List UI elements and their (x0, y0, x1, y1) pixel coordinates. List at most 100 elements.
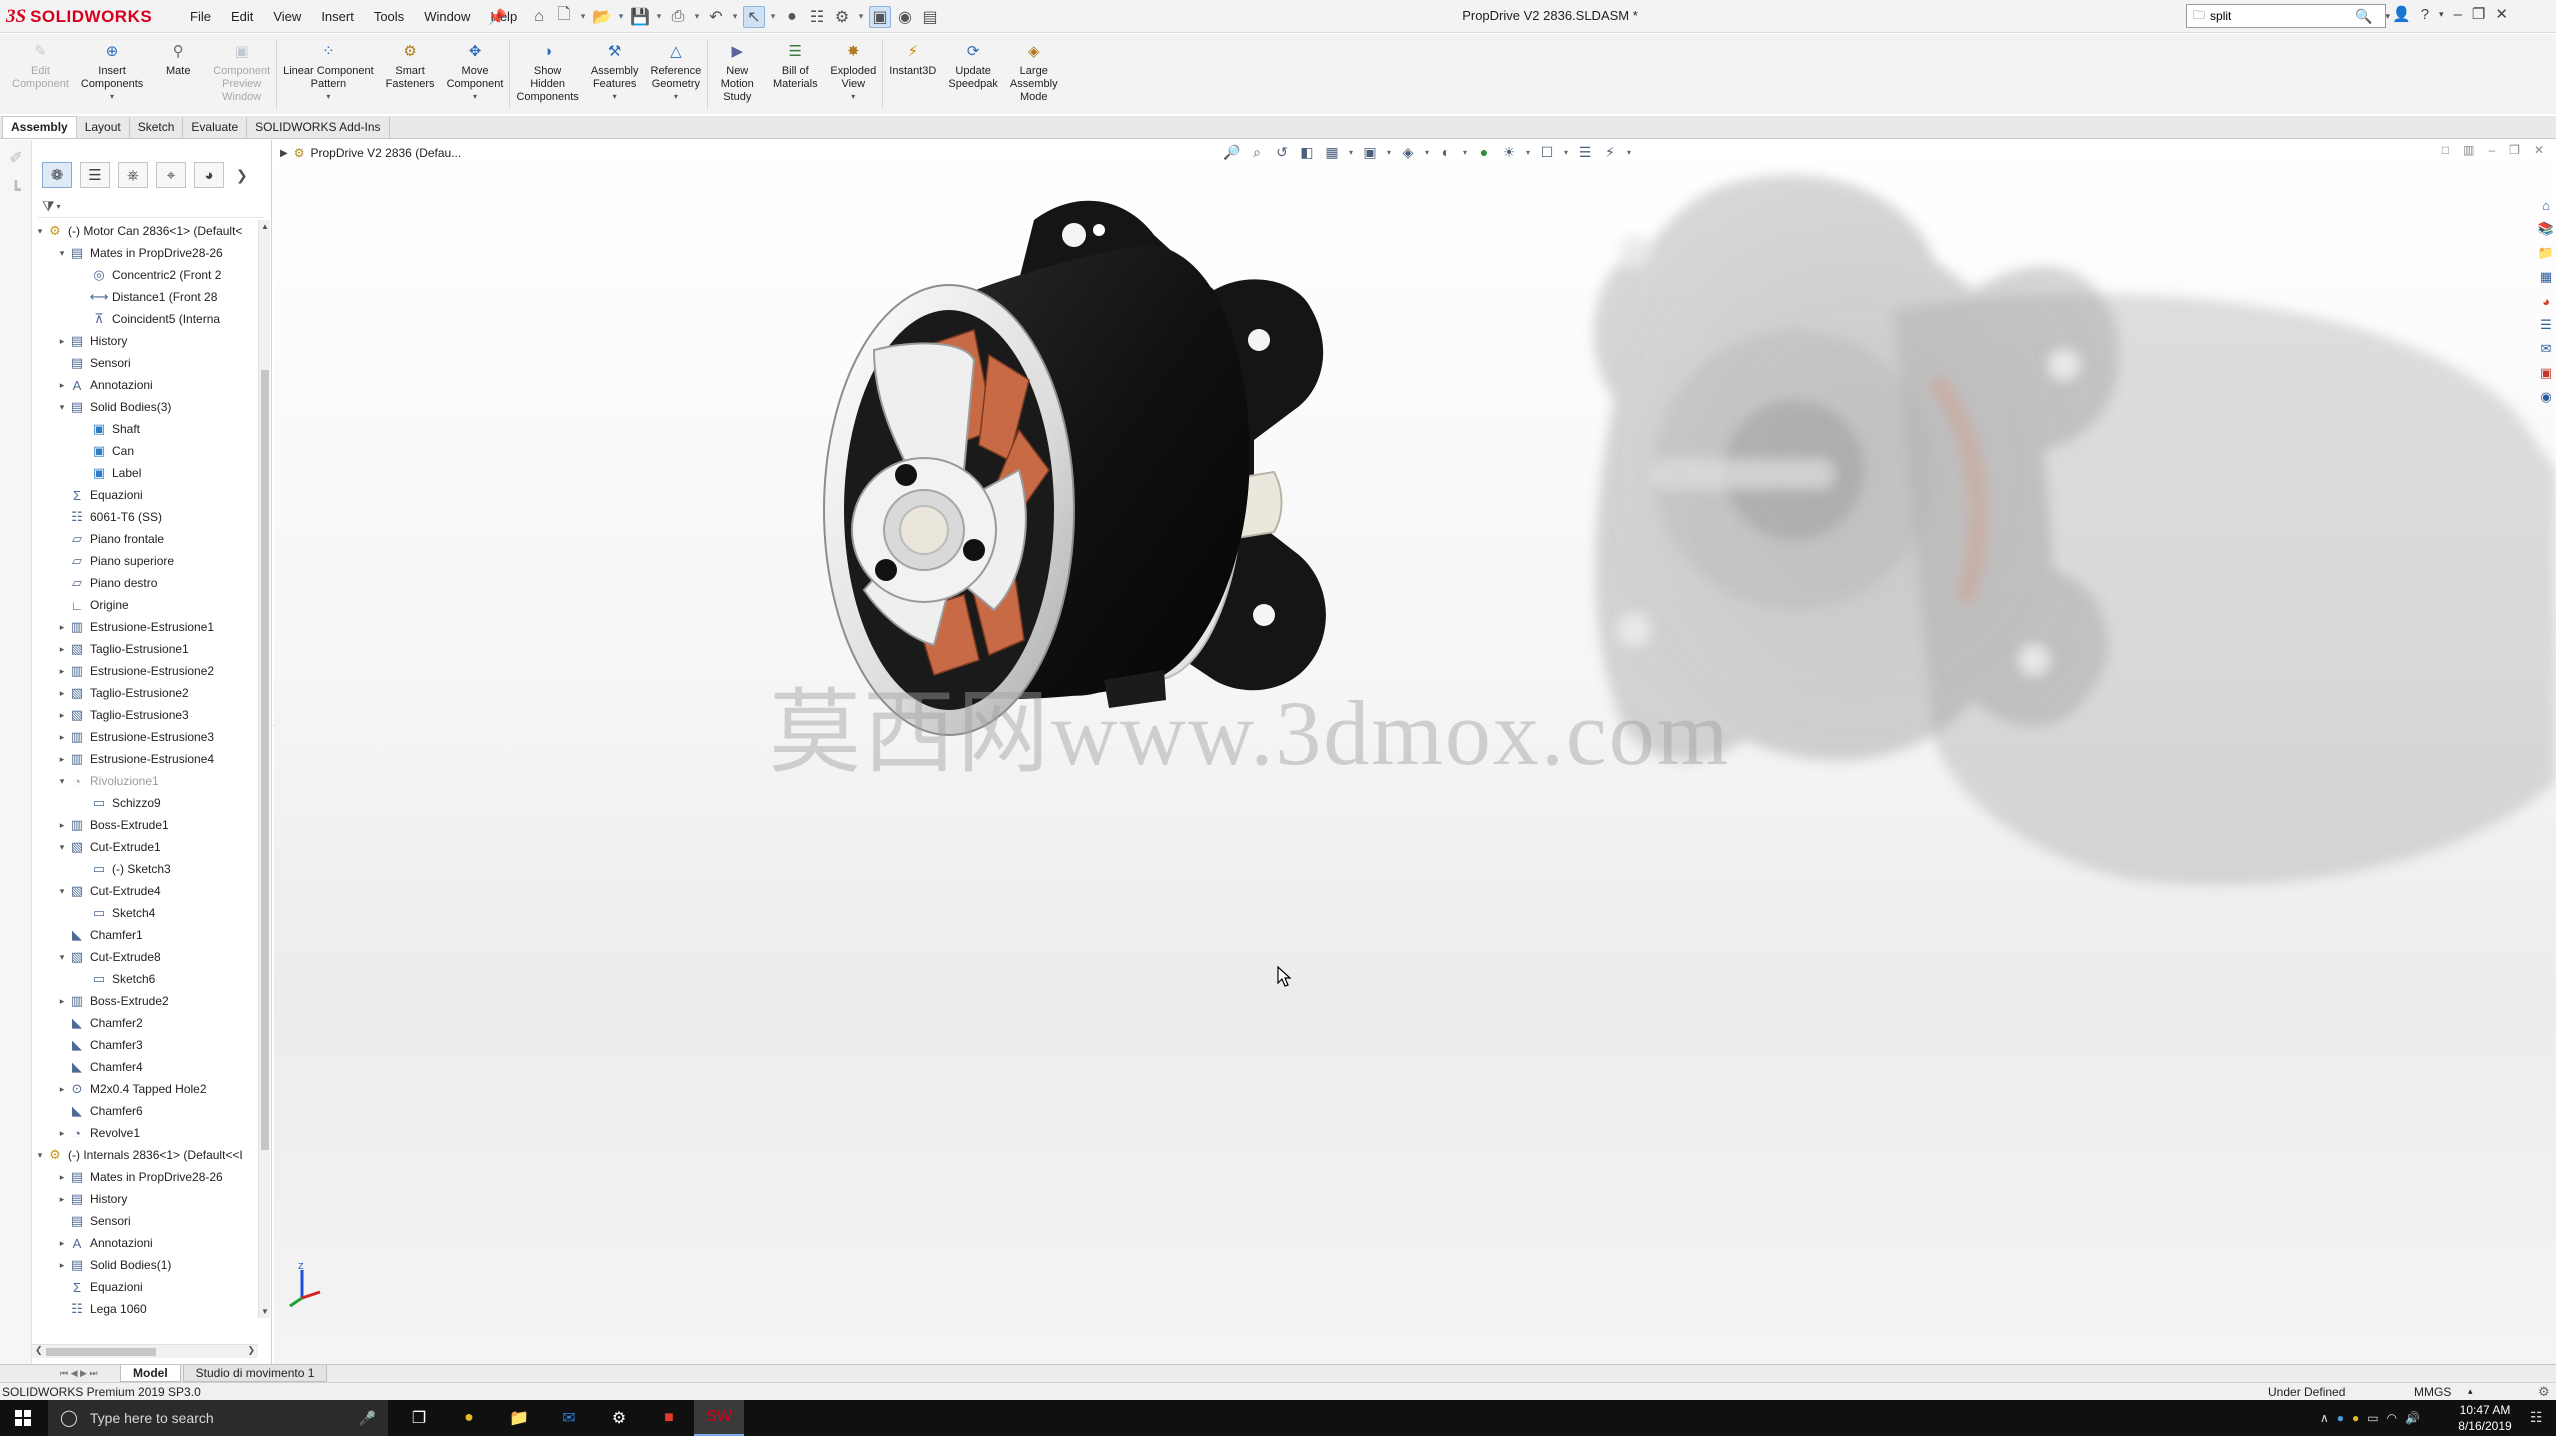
select-dropdown-icon[interactable]: ▾ (768, 6, 778, 28)
tree-item[interactable]: ☷ 6061-T6 (SS) (32, 506, 258, 528)
tree-item[interactable]: ▣ Shaft (32, 418, 258, 440)
view-settings-icon[interactable]: ☐ (1537, 142, 1557, 162)
windows-start-icon[interactable] (0, 1400, 46, 1436)
volume-icon[interactable]: 🔊 (2405, 1411, 2420, 1425)
expand-arrow-icon[interactable]: ▸ (56, 622, 68, 633)
tray-app-icon[interactable]: ● (2337, 1411, 2344, 1425)
tree-item[interactable]: Σ Equazioni (32, 484, 258, 506)
mate-button[interactable]: ⚲ Mate (149, 34, 207, 78)
doc-restore-icon[interactable]: ❐ (2509, 143, 2520, 157)
options-dropdown-icon[interactable]: ▾ (856, 6, 866, 28)
scroll-down-icon[interactable]: ▼ (259, 1307, 271, 1316)
close-icon[interactable]: ✕ (2495, 5, 2508, 23)
unit-system-dropdown-icon[interactable]: ▴ (2468, 1386, 2473, 1397)
tree-item[interactable]: ▤ Sensori (32, 352, 258, 374)
tree-item[interactable]: ▾ ▤ Solid Bodies(3) (32, 396, 258, 418)
large-assembly-mode-button[interactable]: ◈ Large Assembly Mode (1004, 34, 1064, 104)
search-dropdown-icon[interactable]: ▾ (2385, 11, 2390, 22)
tree-item[interactable]: ▸ ▥ Estrusione-Estrusione4 (32, 748, 258, 770)
doc-minimize-icon[interactable]: – (2488, 143, 2495, 157)
save-dropdown-icon[interactable]: ▾ (654, 6, 664, 28)
print-dropdown-icon[interactable]: ▾ (692, 6, 702, 28)
acrobat-icon[interactable]: ■ (644, 1400, 694, 1436)
tree-item[interactable]: ▸ ▤ Mates in PropDrive28-26 (32, 1166, 258, 1188)
battery-icon[interactable]: ▭ (2367, 1411, 2378, 1425)
assembly-name[interactable]: PropDrive V2 2836 (Defau... (310, 146, 461, 160)
tree-item[interactable]: ▭ Sketch4 (32, 902, 258, 924)
tree-item[interactable]: ▸ ▤ History (32, 1188, 258, 1210)
file-properties-icon[interactable]: ☷ (806, 6, 828, 28)
search-input[interactable] (2210, 9, 2351, 23)
tree-item[interactable]: ▸ ▥ Boss-Extrude2 (32, 990, 258, 1012)
apply-scene-dropdown-icon[interactable]: ▾ (1524, 142, 1532, 162)
tab-nav-arrows-icon[interactable]: ⏮ ◀ ▶ ⏭ (60, 1368, 120, 1379)
tree-item[interactable]: ▾ ⚙ (-) Motor Can 2836<1> (Default< (32, 220, 258, 242)
home-icon[interactable]: ⌂ (528, 6, 550, 28)
print-icon[interactable]: ⎙ (667, 6, 689, 28)
collapse-arrow-icon[interactable]: ▾ (34, 226, 46, 237)
tree-filter[interactable]: ⧩ ▾ (38, 196, 264, 218)
tab-layout[interactable]: Layout (77, 117, 130, 138)
expand-arrow-icon[interactable]: ▸ (56, 644, 68, 655)
search-box[interactable]: 🗀 🔍 ▾ (2186, 4, 2390, 28)
dimxpert-tab-icon[interactable]: ⌖ (156, 162, 186, 188)
scroll-right-icon[interactable]: ❯ (247, 1345, 255, 1356)
tree-horizontal-scrollbar[interactable]: ❮ ❯ (32, 1344, 258, 1358)
model-tab-motion-study[interactable]: Studio di movimento 1 (182, 1365, 328, 1382)
notification-icon[interactable]: ☷ (2530, 1409, 2543, 1426)
tree-item[interactable]: ▸ ▥ Boss-Extrude1 (32, 814, 258, 836)
tree-item[interactable]: Σ Equazioni (32, 1276, 258, 1298)
tree-item[interactable]: ▾ ▧ Cut-Extrude1 (32, 836, 258, 858)
open-dropdown-icon[interactable]: ▾ (616, 6, 626, 28)
taskbar-search[interactable]: ◯ Type here to search 🎤 (48, 1400, 388, 1436)
doc-close-icon[interactable]: ✕ (2534, 143, 2544, 157)
tree-item[interactable]: ⟷ Distance1 (Front 28 (32, 286, 258, 308)
taskbar-clock[interactable]: 10:47 AM 8/16/2019 (2442, 1402, 2528, 1434)
dynamic-annotation-icon[interactable]: ▦ (1322, 142, 1342, 162)
expand-arrow-icon[interactable]: ▸ (56, 1194, 68, 1205)
property-manager-tab-icon[interactable]: ☰ (80, 162, 110, 188)
menu-tools[interactable]: Tools (364, 9, 414, 24)
view-mode-3-icon[interactable]: ▤ (919, 6, 941, 28)
dynamic-annotation-dropdown-icon[interactable]: ▾ (1347, 142, 1355, 162)
smart-fasteners-button[interactable]: ⚙ Smart Fasteners (380, 34, 441, 91)
file-explorer-icon[interactable]: 📁 (2537, 243, 2555, 263)
expand-arrow-icon[interactable]: ▸ (56, 666, 68, 677)
scroll-thumb[interactable] (261, 370, 269, 1150)
display-manager-tab-icon[interactable]: ◕ (194, 162, 224, 188)
expand-arrow-icon[interactable]: ▸ (56, 820, 68, 831)
filter-dropdown-icon[interactable]: ▾ (57, 202, 61, 211)
tab-sketch[interactable]: Sketch (130, 117, 184, 138)
configuration-manager-tab-icon[interactable]: ⎈ (118, 162, 148, 188)
render-tools-dropdown-icon[interactable]: ▾ (1625, 142, 1633, 162)
collapse-arrow-icon[interactable]: ▾ (56, 886, 68, 897)
previous-view-icon[interactable]: ↺ (1272, 142, 1292, 162)
solidworks-taskbar-icon[interactable]: SW (694, 1400, 744, 1436)
expand-arrow-icon[interactable]: ▸ (56, 1238, 68, 1249)
collapse-arrow-icon[interactable]: ▾ (56, 842, 68, 853)
exploded-view-button[interactable]: ✸ Exploded View ▾ (824, 34, 882, 101)
tree-item[interactable]: ◣ Chamfer1 (32, 924, 258, 946)
breadcrumb-expand-icon[interactable]: ▶ (280, 148, 288, 159)
tree-item[interactable]: ▸ ▧ Taglio-Estrusione3 (32, 704, 258, 726)
tree-item[interactable]: ▣ Label (32, 462, 258, 484)
tree-item[interactable]: ▸ A Annotazioni (32, 1232, 258, 1254)
file-explorer-taskbar-icon[interactable]: 📁 (494, 1400, 544, 1436)
wifi-icon[interactable]: ◠ (2387, 1411, 2397, 1425)
instant3d-button[interactable]: ⚡ Instant3D (883, 34, 942, 78)
insert-components-button[interactable]: ⊕ Insert Components ▾ (75, 34, 149, 101)
tree-item[interactable]: ▸ ▥ Estrusione-Estrusione3 (32, 726, 258, 748)
menu-file[interactable]: File (180, 9, 221, 24)
microphone-icon[interactable]: 🎤 (359, 1410, 376, 1427)
tree-item[interactable]: ▱ Piano frontale (32, 528, 258, 550)
tree-item[interactable]: ◣ Chamfer4 (32, 1056, 258, 1078)
solidworks-resources-icon[interactable]: ⌂ (2537, 195, 2555, 215)
tray-expand-icon[interactable]: ∧ (2320, 1411, 2329, 1425)
new-dropdown-icon[interactable]: ▾ (578, 6, 588, 28)
hscroll-thumb[interactable] (46, 1348, 156, 1356)
expand-arrow-icon[interactable]: ▸ (56, 710, 68, 721)
tray-chrome-icon[interactable]: ● (2352, 1411, 2359, 1425)
tree-item[interactable]: ▾ ◔ Rivoluzione1 (32, 770, 258, 792)
tree-item[interactable]: ▱ Piano superiore (32, 550, 258, 572)
collapse-arrow-icon[interactable]: ▾ (56, 248, 68, 259)
